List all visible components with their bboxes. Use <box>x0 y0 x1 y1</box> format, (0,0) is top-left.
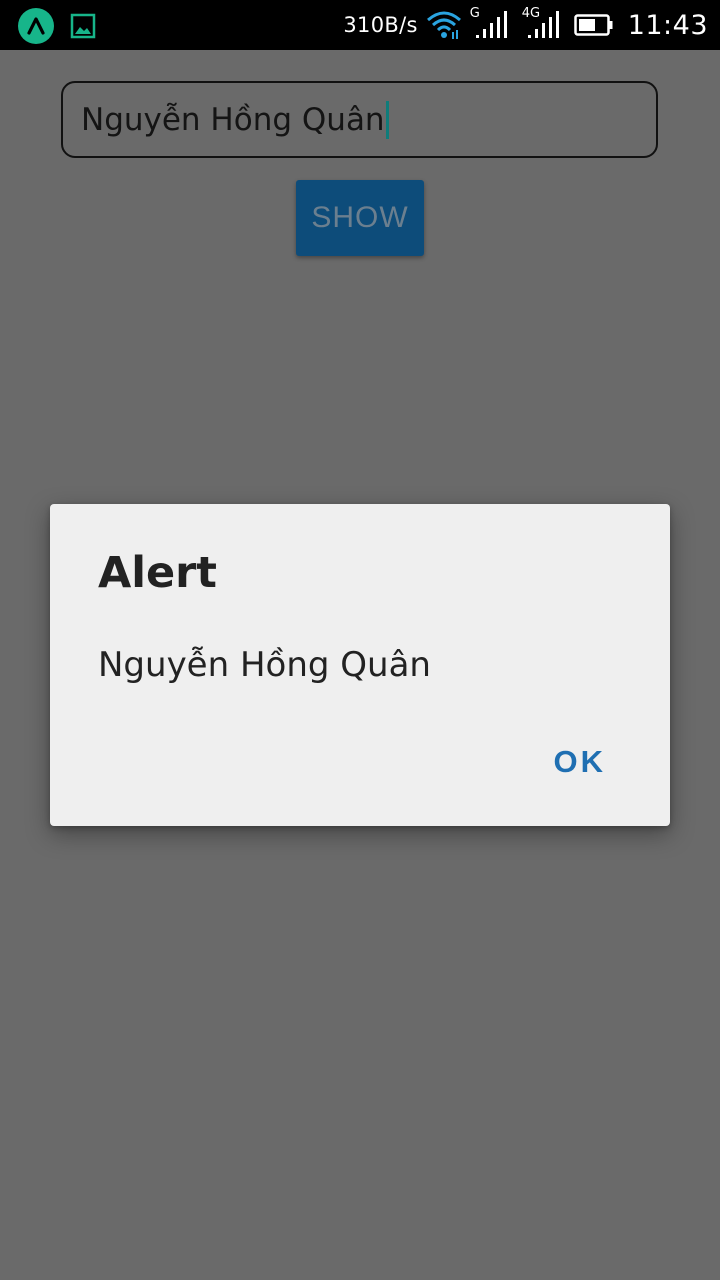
signal-icon <box>527 11 559 38</box>
network-speed: 310B/s <box>343 13 418 37</box>
app-logo-icon <box>18 8 54 44</box>
text-cursor <box>385 100 389 139</box>
signal-icon <box>475 11 507 38</box>
dialog-message: Nguyễn Hồng Quân <box>98 645 431 685</box>
ok-button[interactable]: OK <box>554 744 607 780</box>
gallery-icon <box>70 13 96 39</box>
sim2-signal: 4G <box>522 6 562 41</box>
sim1-signal: G <box>470 6 510 41</box>
name-input[interactable]: Nguyễn Hồng Quân <box>61 81 658 158</box>
show-button[interactable]: SHOW <box>296 180 424 256</box>
battery-icon <box>573 14 613 36</box>
notification-icons <box>18 8 96 44</box>
clock: 11:43 <box>627 9 708 41</box>
dialog-title: Alert <box>98 548 217 598</box>
name-input-text: Nguyễn Hồng Quân <box>81 101 385 138</box>
status-bar: 310B/s G 4G 11:43 <box>0 0 720 50</box>
system-status: 310B/s G 4G 11:43 <box>343 0 708 50</box>
alert-dialog: Alert Nguyễn Hồng Quân OK <box>50 504 670 826</box>
wifi-icon <box>426 11 461 39</box>
